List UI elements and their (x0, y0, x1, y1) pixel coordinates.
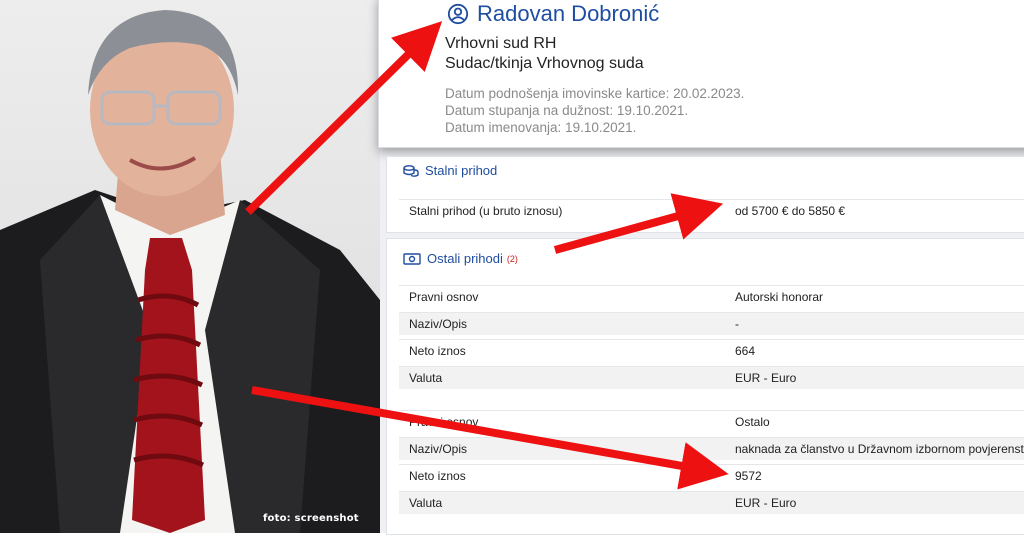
stalni-prihod-header: Stalni prihod (403, 163, 497, 178)
profile-dates: Datum podnošenja imovinske kartice: 20.0… (445, 85, 744, 136)
submission-date: Datum podnošenja imovinske kartice: 20.0… (445, 86, 745, 101)
profile-card: Radovan Dobronić Vrhovni sud RH Sudac/tk… (378, 0, 1024, 148)
judge-photo: foto: screenshot (0, 0, 380, 533)
table-row: Neto iznos 664 (399, 339, 1024, 362)
ostali-prihodi-header: Ostali prihodi (2) (403, 251, 518, 266)
row-key: Pravni osnov (409, 290, 479, 304)
profile-name[interactable]: Radovan Dobronić (477, 1, 659, 27)
table-row: Naziv/Opis - (399, 312, 1024, 335)
row-key: Valuta (409, 496, 443, 510)
court-name: Vrhovni sud RH (445, 35, 557, 52)
judge-role: Sudac/tkinja Vrhovnog suda (445, 55, 644, 72)
ostali-prihodi-section: Ostali prihodi (2) Pravni osnov Autorski… (386, 238, 1024, 535)
coins-icon (403, 164, 419, 177)
table-row: Stalni prihod (u bruto iznosu) od 5700 €… (399, 199, 1024, 222)
row-value: Autorski honorar (735, 290, 824, 304)
user-circle-icon (447, 3, 469, 25)
row-key: Neto iznos (409, 344, 466, 358)
photo-credit: foto: screenshot (263, 513, 359, 524)
row-key: Naziv/Opis (409, 317, 468, 331)
ostali-prihodi-title: Ostali prihodi (427, 251, 503, 266)
table-row: Neto iznos 9572 (399, 464, 1024, 487)
stalni-prihod-title: Stalni prihod (425, 163, 498, 178)
row-key: Naziv/Opis (409, 442, 468, 456)
profile-name-row: Radovan Dobronić (447, 1, 659, 27)
banknote-icon (403, 252, 421, 265)
table-row: Pravni osnov Autorski honorar (399, 285, 1024, 308)
row-value: 664 (735, 344, 756, 358)
ostali-prihodi-count: (2) (506, 253, 518, 264)
row-value: 9572 (735, 469, 762, 483)
row-key: Neto iznos (409, 469, 466, 483)
judge-illustration (0, 10, 380, 533)
row-value: EUR - Euro (735, 371, 797, 385)
appointment-date: Datum imenovanja: 19.10.2021. (445, 120, 637, 135)
row-value: Ostalo (735, 415, 770, 429)
row-value: naknada za članstvo u Državnom izbornom … (735, 442, 1024, 456)
row-value: - (735, 317, 739, 331)
table-row: Pravni osnov Ostalo (399, 410, 1024, 433)
row-key: Pravni osnov (409, 415, 479, 429)
stalni-prihod-section: Stalni prihod Stalni prihod (u bruto izn… (386, 156, 1024, 233)
table-row: Valuta EUR - Euro (399, 366, 1024, 389)
row-key: Stalni prihod (u bruto iznosu) (409, 204, 563, 218)
table-row: Valuta EUR - Euro (399, 491, 1024, 514)
table-row: Naziv/Opis naknada za članstvo u Državno… (399, 437, 1024, 460)
row-key: Valuta (409, 371, 443, 385)
start-date: Datum stupanja na dužnost: 19.10.2021. (445, 103, 689, 118)
row-value: EUR - Euro (735, 496, 797, 510)
row-value: od 5700 € do 5850 € (735, 204, 846, 218)
